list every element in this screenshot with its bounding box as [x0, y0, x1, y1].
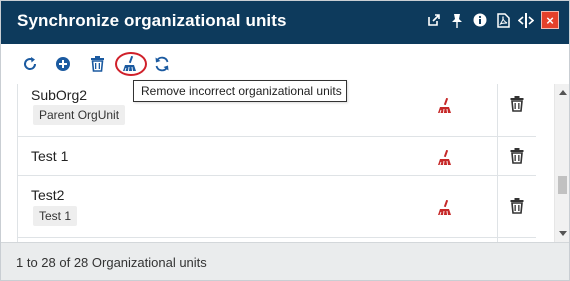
delete-row-icon[interactable]	[509, 148, 525, 164]
parent-badge: Parent OrgUnit	[33, 105, 126, 125]
resize-width-icon[interactable]	[518, 11, 534, 29]
refresh-icon	[24, 57, 37, 70]
table-row[interactable]: Test2 Test 1	[17, 176, 536, 238]
delete-row-icon[interactable]	[509, 96, 525, 112]
cleanup-row-icon[interactable]	[437, 150, 453, 166]
column-divider	[497, 84, 498, 136]
column-divider	[497, 176, 498, 237]
title-bar: Synchronize organizational units ×	[1, 1, 569, 44]
close-button[interactable]: ×	[541, 11, 559, 29]
toolbar	[1, 44, 569, 84]
org-units-grid: SubOrg2 Parent OrgUnit Test 1 Test2 Test…	[1, 84, 554, 242]
grid-footer: 1 to 28 of 28 Organizational units	[1, 242, 569, 280]
info-icon[interactable]	[472, 11, 488, 29]
refresh-button[interactable]	[20, 54, 40, 74]
sync-icon	[155, 56, 169, 72]
row-name: SubOrg2	[31, 87, 88, 103]
scroll-up-icon[interactable]	[559, 90, 567, 95]
pin-icon[interactable]	[449, 11, 465, 29]
cleanup-icon	[123, 56, 136, 72]
close-icon: ×	[546, 12, 554, 28]
delete-icon	[90, 56, 104, 72]
table-row[interactable]: Test 1	[17, 137, 536, 176]
cleanup-row-icon[interactable]	[437, 200, 453, 216]
title-icons: ×	[426, 11, 559, 29]
delete-row-icon[interactable]	[509, 198, 525, 214]
sync-org-units-dialog: Synchronize organizational units × Remov…	[0, 0, 570, 281]
parent-badge: Test 1	[33, 206, 78, 226]
dialog-title: Synchronize organizational units	[17, 11, 287, 30]
pdf-icon[interactable]	[495, 11, 511, 29]
scroll-down-icon[interactable]	[559, 231, 567, 236]
row-name: Test2	[31, 187, 65, 203]
column-divider	[497, 137, 498, 175]
popout-icon[interactable]	[426, 11, 442, 29]
cleanup-row-icon[interactable]	[437, 98, 453, 114]
sync-button[interactable]	[152, 54, 172, 74]
add-icon	[56, 57, 70, 71]
record-count: 1 to 28 of 28 Organizational units	[16, 255, 207, 270]
cleanup-button[interactable]	[120, 54, 140, 74]
add-button[interactable]	[53, 54, 73, 74]
vertical-scrollbar[interactable]	[554, 84, 569, 242]
cleanup-tooltip: Remove incorrect organizational units	[133, 80, 347, 102]
delete-button[interactable]	[87, 54, 107, 74]
row-name: Test 1	[31, 148, 69, 164]
scroll-thumb[interactable]	[558, 176, 567, 194]
grid-left-border	[17, 84, 18, 242]
